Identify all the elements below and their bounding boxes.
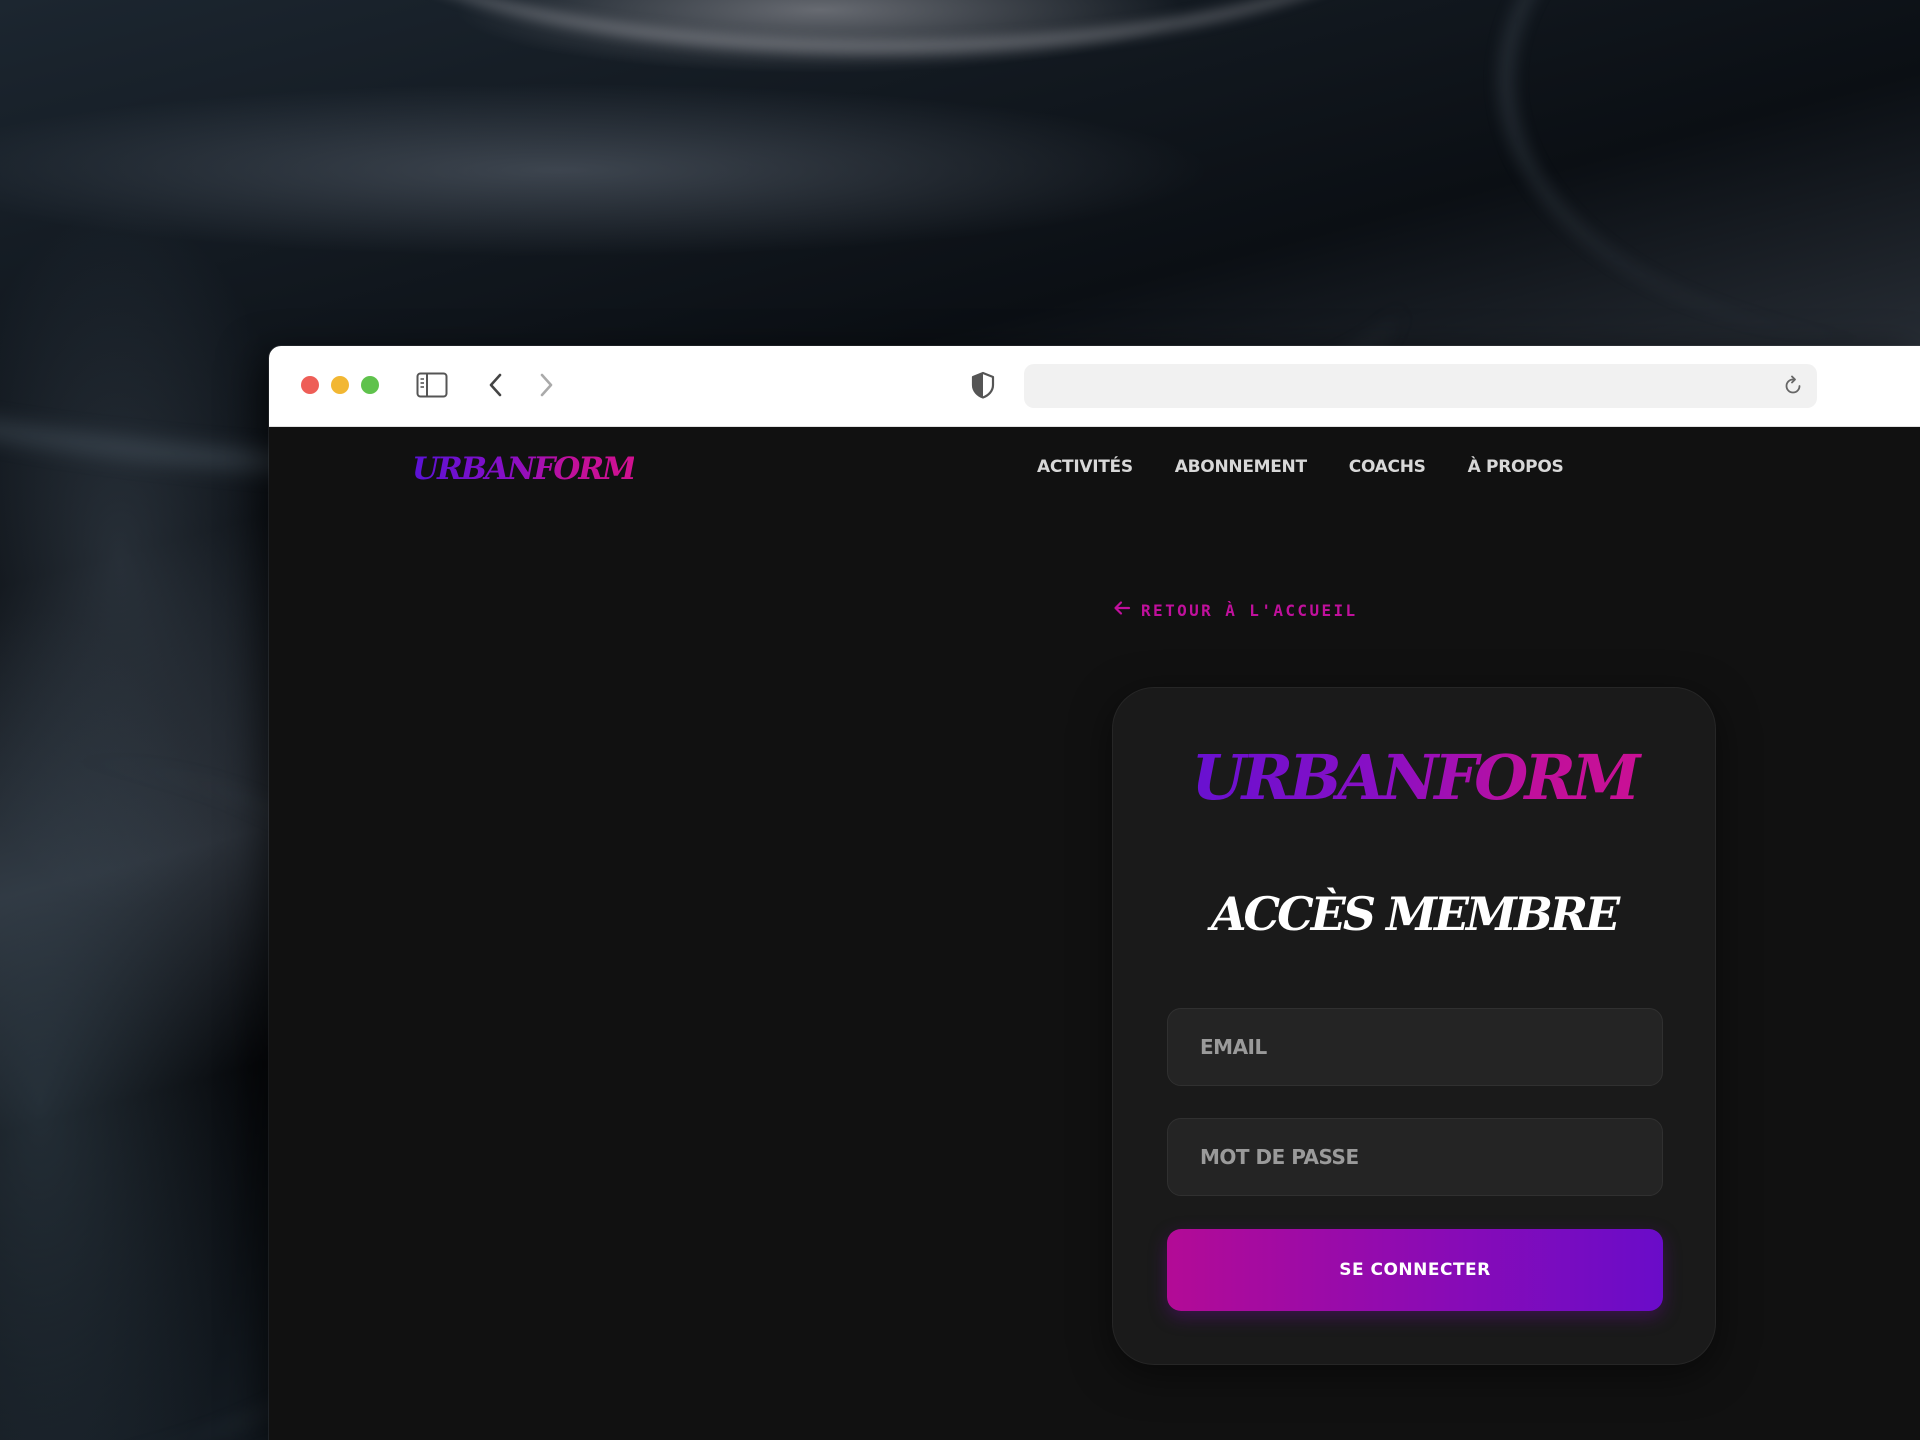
nav-link-abonnement[interactable]: ABONNEMENT — [1175, 457, 1307, 477]
browser-window: URBANFORM ACTIVITÉS ABONNEMENT COACHS À … — [269, 346, 1920, 1440]
nav-link-activites[interactable]: ACTIVITÉS — [1037, 457, 1133, 477]
login-card: URBANFORM ACCÈS MEMBRE SE CONNECTER — [1112, 687, 1716, 1365]
password-field[interactable] — [1167, 1118, 1663, 1196]
site-logo[interactable]: URBANFORM — [412, 449, 636, 489]
nav-link-a-propos[interactable]: À PROPOS — [1468, 457, 1564, 477]
wallpaper-wave — [1500, 0, 1920, 340]
close-window-button[interactable] — [301, 376, 319, 394]
back-link-label: RETOUR À L'ACCUEIL — [1141, 600, 1358, 620]
arrow-left-icon — [1113, 600, 1131, 620]
login-submit-button[interactable]: SE CONNECTER — [1167, 1229, 1663, 1311]
sidebar-icon[interactable] — [416, 372, 448, 398]
shield-icon[interactable] — [969, 370, 997, 400]
chevron-right-icon[interactable] — [533, 370, 559, 400]
reload-icon[interactable] — [1781, 374, 1805, 398]
web-page: URBANFORM ACTIVITÉS ABONNEMENT COACHS À … — [269, 427, 1920, 1440]
zoom-window-button[interactable] — [361, 376, 379, 394]
main-nav: ACTIVITÉS ABONNEMENT COACHS À PROPOS — [1037, 457, 1564, 477]
address-bar[interactable] — [1024, 364, 1817, 408]
card-logo: URBANFORM — [1113, 738, 1715, 818]
card-title: ACCÈS MEMBRE — [1210, 887, 1620, 941]
desktop-wallpaper: URBANFORM ACTIVITÉS ABONNEMENT COACHS À … — [0, 0, 1920, 1440]
nav-link-coachs[interactable]: COACHS — [1349, 457, 1426, 477]
wallpaper-wave — [330, 0, 1430, 54]
back-to-home-link[interactable]: RETOUR À L'ACCUEIL — [1113, 600, 1358, 620]
minimize-window-button[interactable] — [331, 376, 349, 394]
chevron-left-icon[interactable] — [483, 370, 509, 400]
browser-toolbar — [269, 346, 1920, 427]
email-field[interactable] — [1167, 1008, 1663, 1086]
